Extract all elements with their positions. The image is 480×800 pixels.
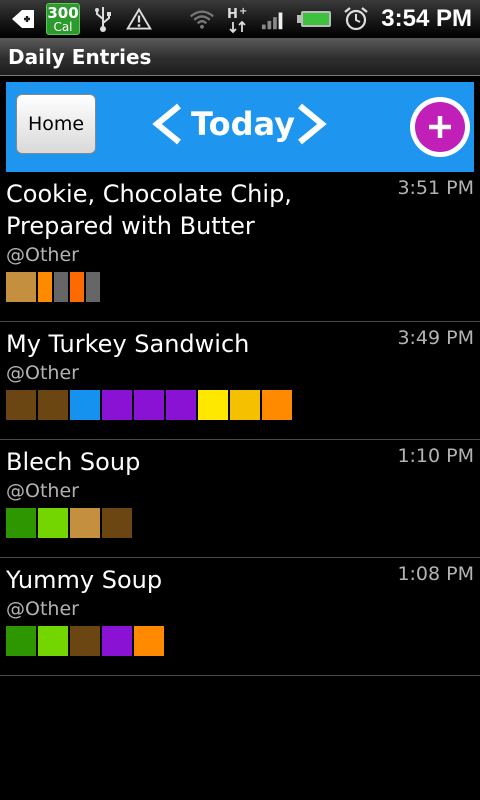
- food-group-swatch: [102, 508, 132, 538]
- page-title: Daily Entries: [8, 45, 152, 69]
- food-group-swatch: [102, 390, 132, 420]
- food-group-swatch: [70, 508, 100, 538]
- warning-icon: [126, 6, 152, 32]
- food-group-swatch: [70, 272, 84, 302]
- entry-name: Cookie, Chocolate Chip, Prepared with Bu…: [6, 180, 292, 240]
- hplus-data-icon: H +: [225, 6, 251, 33]
- add-entry-button[interactable]: [410, 97, 470, 157]
- food-group-swatch: [166, 390, 196, 420]
- calorie-badge: 300 Cal: [46, 3, 80, 35]
- food-group-swatch: [6, 272, 36, 302]
- food-group-swatch: [6, 626, 36, 656]
- food-group-swatch: [86, 272, 100, 302]
- food-group-swatch: [38, 390, 68, 420]
- title-bar: Daily Entries: [0, 38, 480, 76]
- food-group-swatch: [6, 390, 36, 420]
- list-item[interactable]: Cookie, Chocolate Chip, Prepared with Bu…: [0, 172, 480, 322]
- food-group-swatch: [230, 390, 260, 420]
- status-clock: 3:54 PM: [381, 5, 472, 32]
- list-item[interactable]: Yummy Soup 1:08 PM @Other: [0, 558, 480, 676]
- battery-icon: [297, 6, 333, 32]
- svg-text:H: H: [227, 7, 238, 22]
- entry-category: @Other: [6, 362, 79, 384]
- food-group-swatch: [54, 272, 68, 302]
- calorie-unit: Cal: [53, 19, 73, 34]
- plus-icon: [415, 102, 465, 152]
- status-bar-notifications: 300 Cal: [10, 3, 152, 35]
- home-button[interactable]: Home: [16, 94, 96, 154]
- food-group-swatch: [198, 390, 228, 420]
- food-group-swatch: [38, 626, 68, 656]
- wifi-icon: [189, 6, 215, 32]
- food-group-swatch: [262, 390, 292, 420]
- day-navigation-bar: Home Today: [6, 82, 474, 172]
- back-notification-icon: [10, 6, 36, 32]
- entry-time: 1:10 PM: [397, 445, 474, 467]
- entry-time: 3:51 PM: [397, 177, 474, 199]
- list-item[interactable]: Blech Soup 1:10 PM @Other: [0, 440, 480, 558]
- entry-category: @Other: [6, 244, 79, 266]
- entry-name: Yummy Soup: [6, 566, 163, 594]
- food-group-swatches: [6, 508, 134, 538]
- food-group-swatch: [102, 626, 132, 656]
- alarm-icon: [343, 6, 369, 32]
- usb-icon: [90, 6, 116, 32]
- food-group-swatch: [134, 626, 164, 656]
- food-group-swatch: [70, 626, 100, 656]
- food-group-swatch: [134, 390, 164, 420]
- entry-name: Blech Soup: [6, 448, 141, 476]
- food-group-swatches: [6, 272, 102, 302]
- food-group-swatch: [6, 508, 36, 538]
- entry-name: My Turkey Sandwich: [6, 330, 250, 358]
- next-day-arrow-icon[interactable]: [294, 102, 328, 146]
- signal-icon: [261, 6, 287, 32]
- current-day-label: Today: [191, 105, 295, 143]
- list-item[interactable]: My Turkey Sandwich 3:49 PM @Other: [0, 322, 480, 440]
- entry-time: 3:49 PM: [397, 327, 474, 349]
- food-group-swatch: [38, 508, 68, 538]
- previous-day-arrow-icon[interactable]: [151, 102, 185, 146]
- status-bar: 300 Cal H + 3:54 PM: [0, 0, 480, 38]
- entry-category: @Other: [6, 480, 79, 502]
- entry-time: 1:08 PM: [397, 563, 474, 585]
- status-bar-system: H + 3:54 PM: [189, 3, 472, 35]
- food-group-swatches: [6, 390, 294, 420]
- food-group-swatch: [70, 390, 100, 420]
- calorie-count: 300: [47, 3, 79, 22]
- food-group-swatch: [38, 272, 52, 302]
- entry-category: @Other: [6, 598, 79, 620]
- entries-list: Cookie, Chocolate Chip, Prepared with Bu…: [0, 172, 480, 676]
- food-group-swatches: [6, 626, 166, 656]
- svg-text:+: +: [239, 6, 247, 17]
